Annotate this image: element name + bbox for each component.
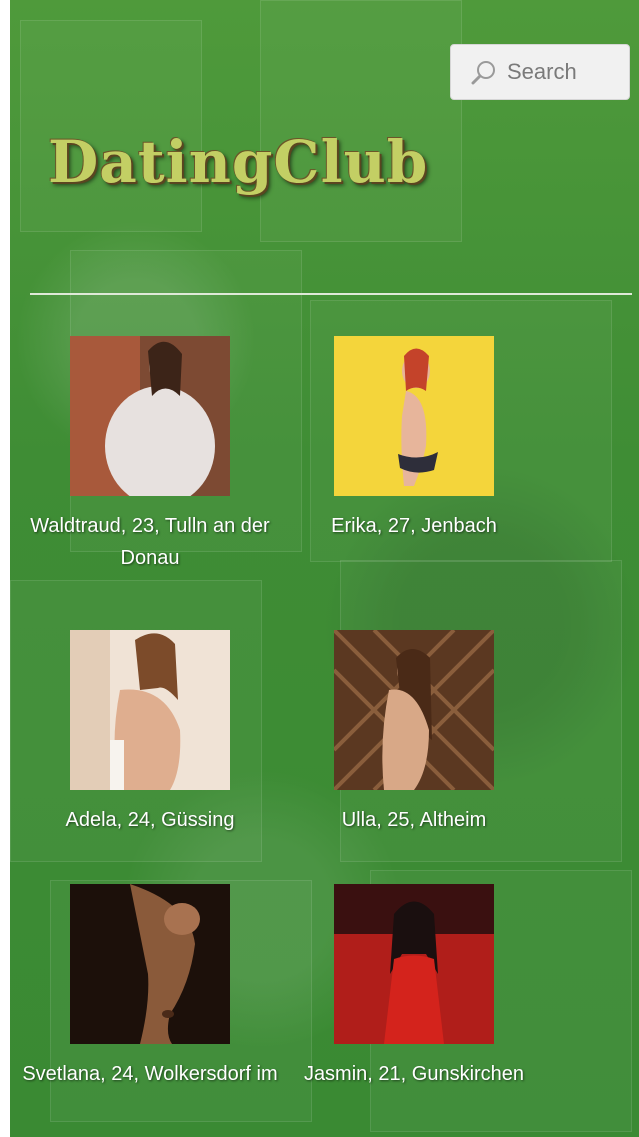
profile-caption[interactable]: Waldtraud, 23, Tulln an der Donau xyxy=(20,510,280,574)
search-icon xyxy=(471,59,497,85)
profile-card[interactable]: Svetlana, 24, Wolkersdorf im xyxy=(20,884,280,1090)
collage-tile xyxy=(260,0,462,242)
search-label: Search xyxy=(507,59,577,84)
header-divider xyxy=(30,293,632,295)
profile-photo[interactable] xyxy=(70,884,230,1044)
profile-photo[interactable] xyxy=(70,336,230,496)
profile-photo[interactable] xyxy=(334,884,494,1044)
profile-card[interactable]: Ulla, 25, Altheim xyxy=(284,630,544,836)
site-logo[interactable]: DatingClub xyxy=(48,128,428,196)
search-button[interactable]: Search xyxy=(450,44,630,100)
collage-tile xyxy=(20,20,202,232)
profile-caption[interactable]: Svetlana, 24, Wolkersdorf im xyxy=(20,1058,280,1090)
profile-caption[interactable]: Jasmin, 21, Gunskirchen xyxy=(284,1058,544,1090)
profile-photo[interactable] xyxy=(334,630,494,790)
profile-caption[interactable]: Ulla, 25, Altheim xyxy=(284,804,544,836)
profile-photo[interactable] xyxy=(334,336,494,496)
profile-photo[interactable] xyxy=(70,630,230,790)
profile-card[interactable]: Jasmin, 21, Gunskirchen xyxy=(284,884,544,1090)
profile-card[interactable]: Erika, 27, Jenbach xyxy=(284,336,544,542)
profile-card[interactable]: Waldtraud, 23, Tulln an der Donau xyxy=(20,336,280,574)
profile-caption[interactable]: Adela, 24, Güssing xyxy=(20,804,280,836)
profile-card[interactable]: Adela, 24, Güssing xyxy=(20,630,280,836)
profile-caption[interactable]: Erika, 27, Jenbach xyxy=(284,510,544,542)
